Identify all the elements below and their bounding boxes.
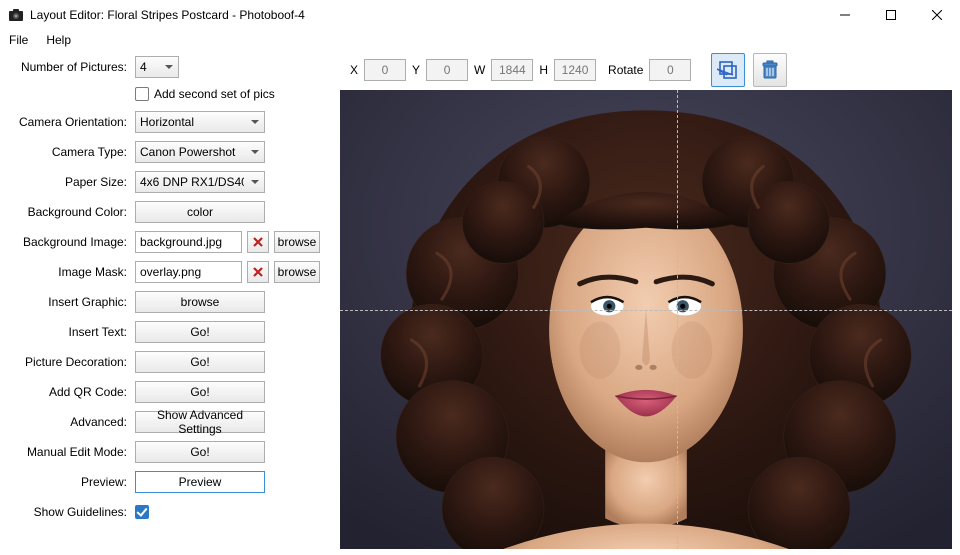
background-image-input[interactable] <box>135 231 242 253</box>
background-image-clear-button[interactable] <box>247 231 269 253</box>
image-mask-browse-button[interactable]: browse <box>274 261 320 283</box>
app-icon <box>8 7 24 23</box>
guideline-horizontal <box>340 310 952 311</box>
window-title: Layout Editor: Floral Stripes Postcard -… <box>30 8 822 22</box>
w-input[interactable] <box>491 59 533 81</box>
y-input[interactable] <box>426 59 468 81</box>
manual-edit-label: Manual Edit Mode: <box>3 445 135 459</box>
paper-size-select[interactable]: 4x6 DNP RX1/DS40 - Horiz <box>135 171 265 193</box>
background-color-button[interactable]: color <box>135 201 265 223</box>
add-second-label: Add second set of pics <box>154 87 275 101</box>
insert-graphic-label: Insert Graphic: <box>3 295 135 309</box>
manual-edit-button[interactable]: Go! <box>135 441 265 463</box>
delete-button[interactable] <box>753 53 787 87</box>
preview-label: Preview: <box>3 475 135 489</box>
add-qr-button[interactable]: Go! <box>135 381 265 403</box>
y-label: Y <box>412 63 420 77</box>
insert-text-label: Insert Text: <box>3 325 135 339</box>
camera-orientation-select[interactable]: Horizontal <box>135 111 265 133</box>
add-second-checkbox[interactable] <box>135 87 149 101</box>
background-color-label: Background Color: <box>3 205 135 219</box>
preview-button[interactable]: Preview <box>135 471 265 493</box>
picture-decoration-label: Picture Decoration: <box>3 355 135 369</box>
add-qr-label: Add QR Code: <box>3 385 135 399</box>
insert-text-button[interactable]: Go! <box>135 321 265 343</box>
num-pictures-select[interactable]: 4 <box>135 56 179 78</box>
rotate-label: Rotate <box>608 63 643 77</box>
camera-orientation-label: Camera Orientation: <box>3 115 135 129</box>
paper-size-label: Paper Size: <box>3 175 135 189</box>
settings-panel: Number of Pictures: 4 Add second set of … <box>0 50 340 555</box>
w-label: W <box>474 63 485 77</box>
x-label: X <box>350 63 358 77</box>
layout-canvas[interactable] <box>340 90 952 549</box>
duplicate-button[interactable] <box>711 53 745 87</box>
h-input[interactable] <box>554 59 596 81</box>
background-image-browse-button[interactable]: browse <box>274 231 320 253</box>
close-button[interactable] <box>914 0 960 30</box>
x-input[interactable] <box>364 59 406 81</box>
image-mask-label: Image Mask: <box>3 265 135 279</box>
advanced-button[interactable]: Show Advanced Settings <box>135 411 265 433</box>
menu-bar: File Help <box>0 30 960 50</box>
preview-image <box>340 90 952 549</box>
title-bar: Layout Editor: Floral Stripes Postcard -… <box>0 0 960 30</box>
insert-graphic-button[interactable]: browse <box>135 291 265 313</box>
maximize-button[interactable] <box>868 0 914 30</box>
advanced-label: Advanced: <box>3 415 135 429</box>
guideline-vertical <box>677 90 678 549</box>
coordinate-bar: X Y W H Rotate <box>340 56 952 84</box>
camera-type-select[interactable]: Canon Powershot <box>135 141 265 163</box>
menu-file[interactable]: File <box>6 32 31 48</box>
background-image-label: Background Image: <box>3 235 135 249</box>
num-pictures-label: Number of Pictures: <box>3 60 135 74</box>
show-guidelines-label: Show Guidelines: <box>3 505 135 519</box>
picture-decoration-button[interactable]: Go! <box>135 351 265 373</box>
minimize-button[interactable] <box>822 0 868 30</box>
h-label: H <box>539 63 548 77</box>
camera-type-label: Camera Type: <box>3 145 135 159</box>
image-mask-input[interactable] <box>135 261 242 283</box>
image-mask-clear-button[interactable] <box>247 261 269 283</box>
menu-help[interactable]: Help <box>43 32 74 48</box>
show-guidelines-checkbox[interactable] <box>135 505 149 519</box>
rotate-input[interactable] <box>649 59 691 81</box>
